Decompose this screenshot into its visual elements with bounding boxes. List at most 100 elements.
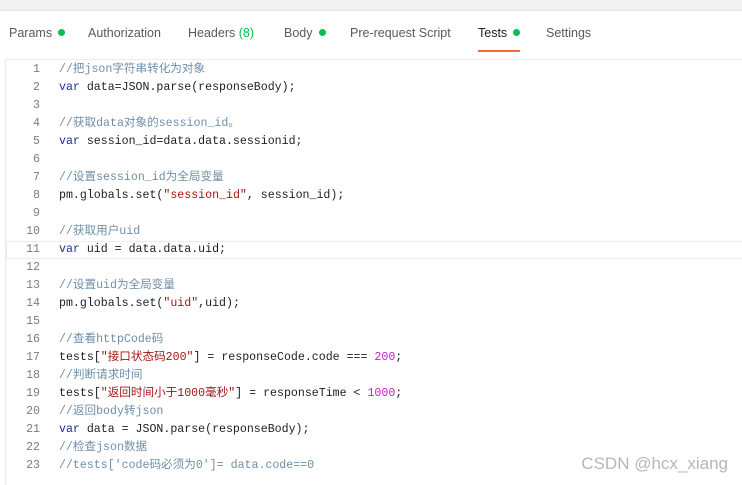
line-number: 5 bbox=[33, 135, 40, 148]
code-line[interactable]: 4 //获取data对象的session_id。 bbox=[6, 115, 742, 133]
code-token: //返回body转json bbox=[59, 405, 164, 418]
code-line[interactable]: 15 bbox=[6, 313, 742, 331]
tab-pre-request-script-label: Pre-request Script bbox=[350, 26, 451, 40]
tab-settings[interactable]: Settings bbox=[546, 10, 591, 52]
line-number: 22 bbox=[26, 441, 40, 454]
code-text: tests["返回时间小于1000毫秒"] = responseTime < 1… bbox=[59, 385, 402, 403]
code-line[interactable]: 3 bbox=[6, 97, 742, 115]
code-line[interactable]: 19 tests["返回时间小于1000毫秒"] = responseTime <… bbox=[6, 385, 742, 403]
code-text: pm.globals.set("uid",uid); bbox=[59, 295, 240, 313]
code-token: pm.globals.set( bbox=[59, 189, 164, 202]
code-text: //tests['code码必须为0']= data.code==0 bbox=[59, 457, 314, 475]
code-token: //获取用户uid bbox=[59, 225, 141, 238]
line-number: 16 bbox=[26, 333, 40, 346]
code-line[interactable]: 17 tests["接口状态码200"] = responseCode.code … bbox=[6, 349, 742, 367]
code-line[interactable]: 11 var uid = data.data.uid; bbox=[6, 241, 742, 259]
watermark: CSDN @hcx_xiang bbox=[581, 454, 728, 473]
code-token: ] = responseTime < bbox=[235, 387, 368, 400]
line-number: 2 bbox=[33, 81, 40, 94]
code-token: data = JSON.parse(responseBody); bbox=[79, 423, 310, 436]
code-text: //设置session_id为全局变量 bbox=[59, 169, 224, 187]
code-token: 200 bbox=[374, 351, 396, 364]
line-number: 23 bbox=[26, 459, 40, 472]
code-editor[interactable]: 1 //把json字符串转化为对象 2 var data=JSON.parse(res… bbox=[5, 59, 742, 485]
line-number: 15 bbox=[26, 315, 40, 328]
code-line[interactable]: 14 pm.globals.set("uid",uid); bbox=[6, 295, 742, 313]
code-token: //获取data对象的session_id。 bbox=[59, 117, 240, 130]
tab-headers-label: Headers bbox=[188, 26, 236, 40]
tab-pre-request-script[interactable]: Pre-request Script bbox=[350, 10, 451, 52]
code-token: var bbox=[59, 81, 80, 94]
code-text: var session_id=data.data.sessionid; bbox=[59, 133, 303, 151]
params-status-dot-icon bbox=[58, 29, 66, 36]
code-text: //判断请求时间 bbox=[59, 367, 142, 385]
code-line[interactable]: 18 //判断请求时间 bbox=[6, 367, 742, 385]
tab-settings-label: Settings bbox=[546, 26, 592, 40]
code-text: //获取data对象的session_id。 bbox=[59, 115, 240, 133]
code-line[interactable]: 13 //设置uid为全局变量 bbox=[6, 277, 742, 295]
code-line[interactable]: 2 var data=JSON.parse(responseBody); bbox=[6, 79, 742, 97]
code-text: var uid = data.data.uid; bbox=[59, 241, 226, 259]
code-line[interactable]: 8 pm.globals.set("session_id", session_id… bbox=[6, 187, 742, 205]
line-number: 18 bbox=[26, 369, 40, 382]
code-token: "返回时间小于1000毫秒" bbox=[100, 387, 236, 400]
code-token: //把json字符串转化为对象 bbox=[59, 63, 206, 76]
code-line[interactable]: 12 bbox=[6, 259, 742, 277]
code-line[interactable]: 16 //查看httpCode码 bbox=[6, 331, 742, 349]
code-line[interactable]: 21 var data = JSON.parse(responseBody); bbox=[6, 421, 742, 439]
code-token: //设置session_id为全局变量 bbox=[59, 171, 224, 184]
code-token: tests[ bbox=[59, 351, 101, 364]
code-line[interactable]: 6 bbox=[6, 151, 742, 169]
line-number: 1 bbox=[33, 63, 40, 76]
code-token: ] = responseCode.code === bbox=[193, 351, 375, 364]
line-number: 19 bbox=[26, 387, 40, 400]
line-number: 8 bbox=[33, 189, 40, 202]
code-token: var bbox=[59, 423, 80, 436]
tab-body[interactable]: Body bbox=[284, 10, 326, 52]
line-number: 21 bbox=[26, 423, 40, 436]
tab-headers-count: (8) bbox=[238, 26, 255, 40]
code-token: data=JSON.parse(responseBody); bbox=[79, 81, 296, 94]
line-number: 9 bbox=[33, 207, 40, 220]
line-number: 14 bbox=[26, 297, 40, 310]
line-number: 20 bbox=[26, 405, 40, 418]
code-token: var bbox=[59, 243, 80, 256]
code-text: var data=JSON.parse(responseBody); bbox=[59, 79, 296, 97]
tab-tests[interactable]: Tests bbox=[478, 10, 521, 52]
code-text: pm.globals.set("session_id", session_id)… bbox=[59, 187, 344, 205]
code-line[interactable]: 1 //把json字符串转化为对象 bbox=[6, 61, 742, 79]
line-number: 4 bbox=[33, 117, 40, 130]
code-line[interactable]: 20 //返回body转json bbox=[6, 403, 742, 421]
code-token: "uid" bbox=[163, 297, 199, 310]
tab-body-label: Body bbox=[284, 26, 313, 40]
request-tabs: Params Authorization Headers (8) Body Pr… bbox=[0, 10, 742, 52]
code-token: //检查json数据 bbox=[59, 441, 148, 454]
tab-params-label: Params bbox=[9, 26, 53, 40]
code-line[interactable]: 7 //设置session_id为全局变量 bbox=[6, 169, 742, 187]
line-number: 7 bbox=[33, 171, 40, 184]
tab-authorization[interactable]: Authorization bbox=[88, 10, 161, 52]
code-token: pm.globals.set( bbox=[59, 297, 164, 310]
code-token: //tests['code码必须为0']= data.code==0 bbox=[59, 459, 315, 472]
code-token: ,uid); bbox=[198, 297, 240, 310]
tab-params[interactable]: Params bbox=[9, 10, 66, 52]
code-line[interactable]: 5 var session_id=data.data.sessionid; bbox=[6, 133, 742, 151]
line-number: 10 bbox=[26, 225, 40, 238]
line-number: 11 bbox=[26, 243, 40, 256]
code-token: uid = data.data.uid; bbox=[79, 243, 226, 256]
code-line[interactable]: 9 bbox=[6, 205, 742, 223]
code-token: "接口状态码200" bbox=[100, 351, 194, 364]
tab-headers[interactable]: Headers (8) bbox=[188, 10, 254, 52]
body-status-dot-icon bbox=[318, 29, 326, 36]
code-token: var bbox=[59, 135, 80, 148]
tab-tests-label: Tests bbox=[478, 26, 508, 40]
line-number: 3 bbox=[33, 99, 40, 112]
line-number: 13 bbox=[26, 279, 40, 292]
code-line[interactable]: 10 //获取用户uid bbox=[6, 223, 742, 241]
tab-authorization-label: Authorization bbox=[88, 26, 161, 40]
code-token: //判断请求时间 bbox=[59, 369, 143, 382]
line-number: 6 bbox=[33, 153, 40, 166]
code-text: //检查json数据 bbox=[59, 439, 147, 457]
code-token: ; bbox=[395, 387, 403, 400]
code-text: var data = JSON.parse(responseBody); bbox=[59, 421, 309, 439]
